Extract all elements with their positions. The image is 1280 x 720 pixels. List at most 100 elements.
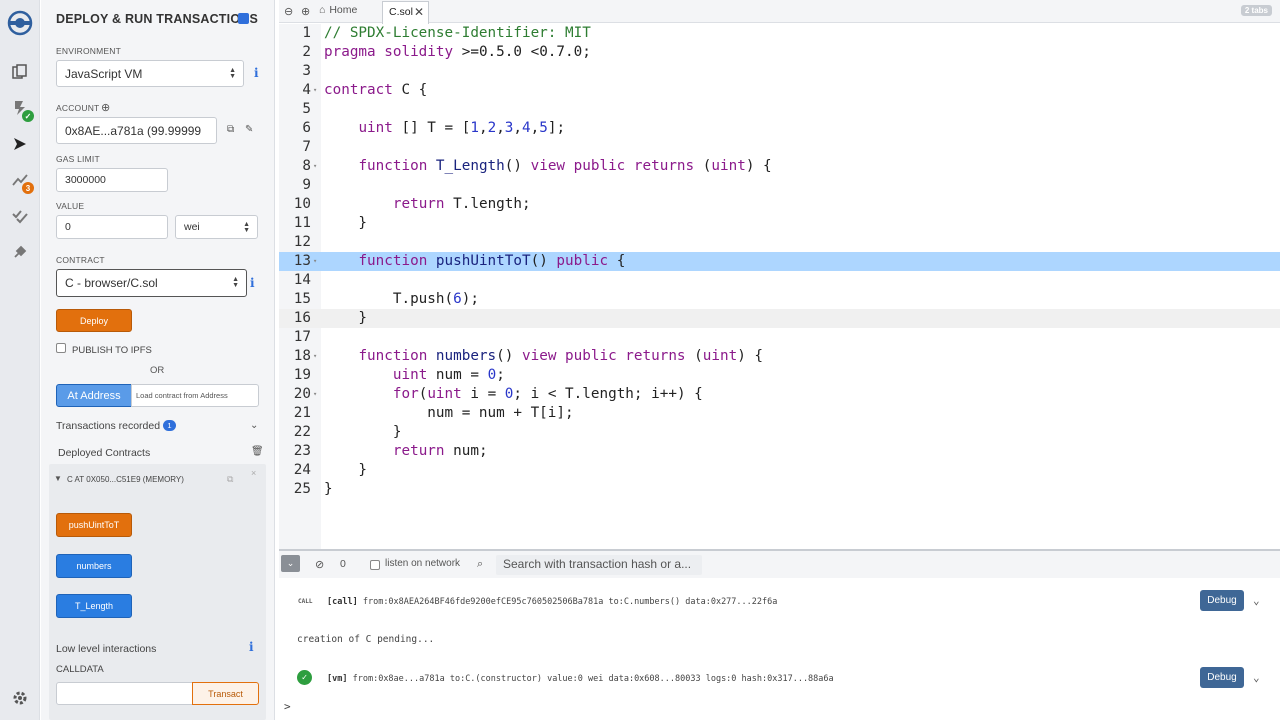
gas-limit-input[interactable]: 3000000 [56, 168, 168, 192]
expand-log-icon[interactable]: ⌄ [1253, 594, 1260, 607]
code-line[interactable]: 12 [279, 233, 1280, 252]
zoom-in-icon[interactable]: ⊕ [301, 5, 310, 18]
code-line[interactable]: 9 [279, 176, 1280, 195]
code-line[interactable]: 20 ▾ for(uint i = 0; i < T.length; i++) { [279, 385, 1280, 404]
code-token: view public returns [522, 348, 695, 364]
close-instance-icon[interactable]: × [251, 468, 256, 478]
environment-info-icon[interactable]: i [254, 66, 259, 80]
add-account-icon[interactable]: ⊕ [101, 101, 110, 114]
line-number: 5 [302, 101, 311, 117]
at-address-input[interactable]: Load contract from Address [131, 384, 259, 407]
code-line[interactable]: 11 } [279, 214, 1280, 233]
deploy-run-icon[interactable] [8, 132, 32, 156]
value-unit-select[interactable]: wei ▲ ▼ [175, 215, 258, 239]
fold-arrow-icon[interactable]: ▾ [313, 157, 317, 176]
terminal-search-input[interactable]: Search with transaction hash or a... [496, 555, 702, 575]
contract-info-icon[interactable]: i [250, 276, 255, 290]
code-line[interactable]: 15 T.push(6); [279, 290, 1280, 309]
code-line[interactable]: 19 uint num = 0; [279, 366, 1280, 385]
low-level-info-icon[interactable]: i [249, 640, 254, 654]
listen-network-checkbox[interactable] [370, 560, 380, 570]
deploy-button[interactable]: Deploy [56, 309, 132, 332]
code-line[interactable]: 3 [279, 62, 1280, 81]
file-explorer-icon[interactable] [8, 60, 32, 84]
code-line[interactable]: 24 } [279, 461, 1280, 480]
code-line[interactable]: 18 ▾ function numbers() view public retur… [279, 347, 1280, 366]
testing-icon[interactable] [8, 204, 32, 228]
publish-ipfs-checkbox[interactable] [56, 343, 66, 353]
value-input[interactable]: 0 [56, 215, 168, 239]
fn-button-t-length[interactable]: T_Length [56, 594, 132, 618]
settings-icon[interactable] [8, 686, 32, 710]
call-log-line[interactable]: [call] from:0x8AEA264BF46fde9200efCE95c7… [327, 597, 777, 607]
tab-home[interactable]: ⌂ Home [319, 4, 357, 16]
call-label: [call] [327, 597, 358, 607]
remix-logo-icon[interactable] [5, 8, 35, 38]
code-line[interactable]: 25} [279, 480, 1280, 499]
code-line[interactable]: 1 // SPDX-License-Identifier: MIT [279, 24, 1280, 43]
trash-icon[interactable]: 🗑 [251, 446, 264, 457]
debug-button[interactable]: Debug [1200, 667, 1244, 688]
transactions-recorded-label[interactable]: Transactions recorded [56, 420, 160, 432]
zoom-out-icon[interactable]: ⊖ [284, 5, 293, 18]
plugin-manager-icon[interactable] [8, 240, 32, 264]
code-line[interactable]: 6 uint [] T = [1,2,3,4,5]; [279, 119, 1280, 138]
contract-label: CONTRACT [56, 255, 105, 265]
environment-select[interactable]: JavaScript VM ▲ ▼ [56, 60, 244, 87]
code-token: ]; [547, 120, 566, 136]
line-number: 8 [302, 158, 311, 174]
edit-icon[interactable]: ✎ [245, 124, 253, 135]
solidity-compiler-icon[interactable]: ✓ [8, 96, 34, 122]
contract-select[interactable]: C - browser/C.sol ▲ ▼ [56, 269, 247, 297]
code-line[interactable]: 16 } [279, 309, 1280, 328]
instance-title[interactable]: C AT 0X050...C51E9 (MEMORY) [67, 475, 184, 484]
analysis-icon[interactable]: 3 [8, 168, 34, 194]
code-line[interactable]: 23 return num; [279, 442, 1280, 461]
calldata-input[interactable] [56, 682, 193, 705]
code-editor[interactable]: 1 // SPDX-License-Identifier: MIT 2 pragma … [279, 24, 1280, 549]
tab-home-label: Home [329, 4, 358, 16]
code-token: , [478, 120, 488, 136]
deploy-run-panel: DEPLOY & RUN TRANSACTIONS ENVIRONMENT Ja… [41, 0, 275, 720]
docs-icon[interactable] [238, 13, 249, 24]
fold-arrow-icon[interactable]: ▾ [313, 81, 317, 100]
clear-console-icon[interactable]: ⊘ [315, 558, 324, 571]
at-address-button[interactable]: At Address [56, 384, 132, 407]
copy-address-icon[interactable]: ⧉ [227, 474, 233, 485]
code-line[interactable]: 5 [279, 100, 1280, 119]
instance-chevron-icon[interactable]: ▼ [54, 474, 62, 483]
fn-button-pushuinttot[interactable]: pushUintToT [56, 513, 132, 537]
code-line[interactable]: 14 [279, 271, 1280, 290]
close-tab-icon[interactable]: ✕ [414, 5, 424, 19]
code-line[interactable]: 17 [279, 328, 1280, 347]
code-token: ; i < T.length; i++) { [513, 386, 703, 402]
tab-c-sol[interactable]: C.sol ✕ [382, 1, 429, 24]
code-text: } [324, 423, 402, 442]
code-line[interactable]: 10 return T.length; [279, 195, 1280, 214]
code-line[interactable]: 4 ▾ contract C { [279, 81, 1280, 100]
tab-count-badge[interactable]: 2 tabs [1240, 5, 1272, 16]
code-line[interactable]: 22 } [279, 423, 1280, 442]
vm-log-line[interactable]: [vm] from:0x8ae...a781a to:C.(constructo… [327, 674, 834, 684]
code-line[interactable]: 21 num = num + T[i]; [279, 404, 1280, 423]
chevron-down-icon[interactable]: ⌄ [250, 420, 258, 431]
account-select[interactable]: 0x8AE...a781a (99.99999 [56, 117, 217, 144]
expand-log-icon[interactable]: ⌄ [1253, 671, 1260, 684]
fold-arrow-icon[interactable]: ▾ [313, 385, 317, 404]
terminal-prompt[interactable]: > [284, 700, 291, 713]
code-line[interactable]: 2 pragma solidity >=0.5.0 <0.7.0; [279, 43, 1280, 62]
code-token: 6 [453, 291, 462, 307]
code-text: function T_Length() view public returns … [324, 157, 771, 176]
transact-button[interactable]: Transact [192, 682, 259, 705]
fold-arrow-icon[interactable]: ▾ [313, 347, 317, 366]
copy-icon[interactable]: ⧉ [227, 124, 234, 135]
code-line[interactable]: 13 ▾ function pushUintToT() public { [279, 252, 1280, 271]
code-line[interactable]: 7 [279, 138, 1280, 157]
fold-arrow-icon[interactable]: ▾ [313, 252, 317, 271]
debug-button[interactable]: Debug [1200, 590, 1244, 611]
fn-button-numbers[interactable]: numbers [56, 554, 132, 578]
code-line[interactable]: 8 ▾ function T_Length() view public retur… [279, 157, 1280, 176]
collapse-terminal-icon[interactable]: ⌄ [281, 555, 300, 572]
